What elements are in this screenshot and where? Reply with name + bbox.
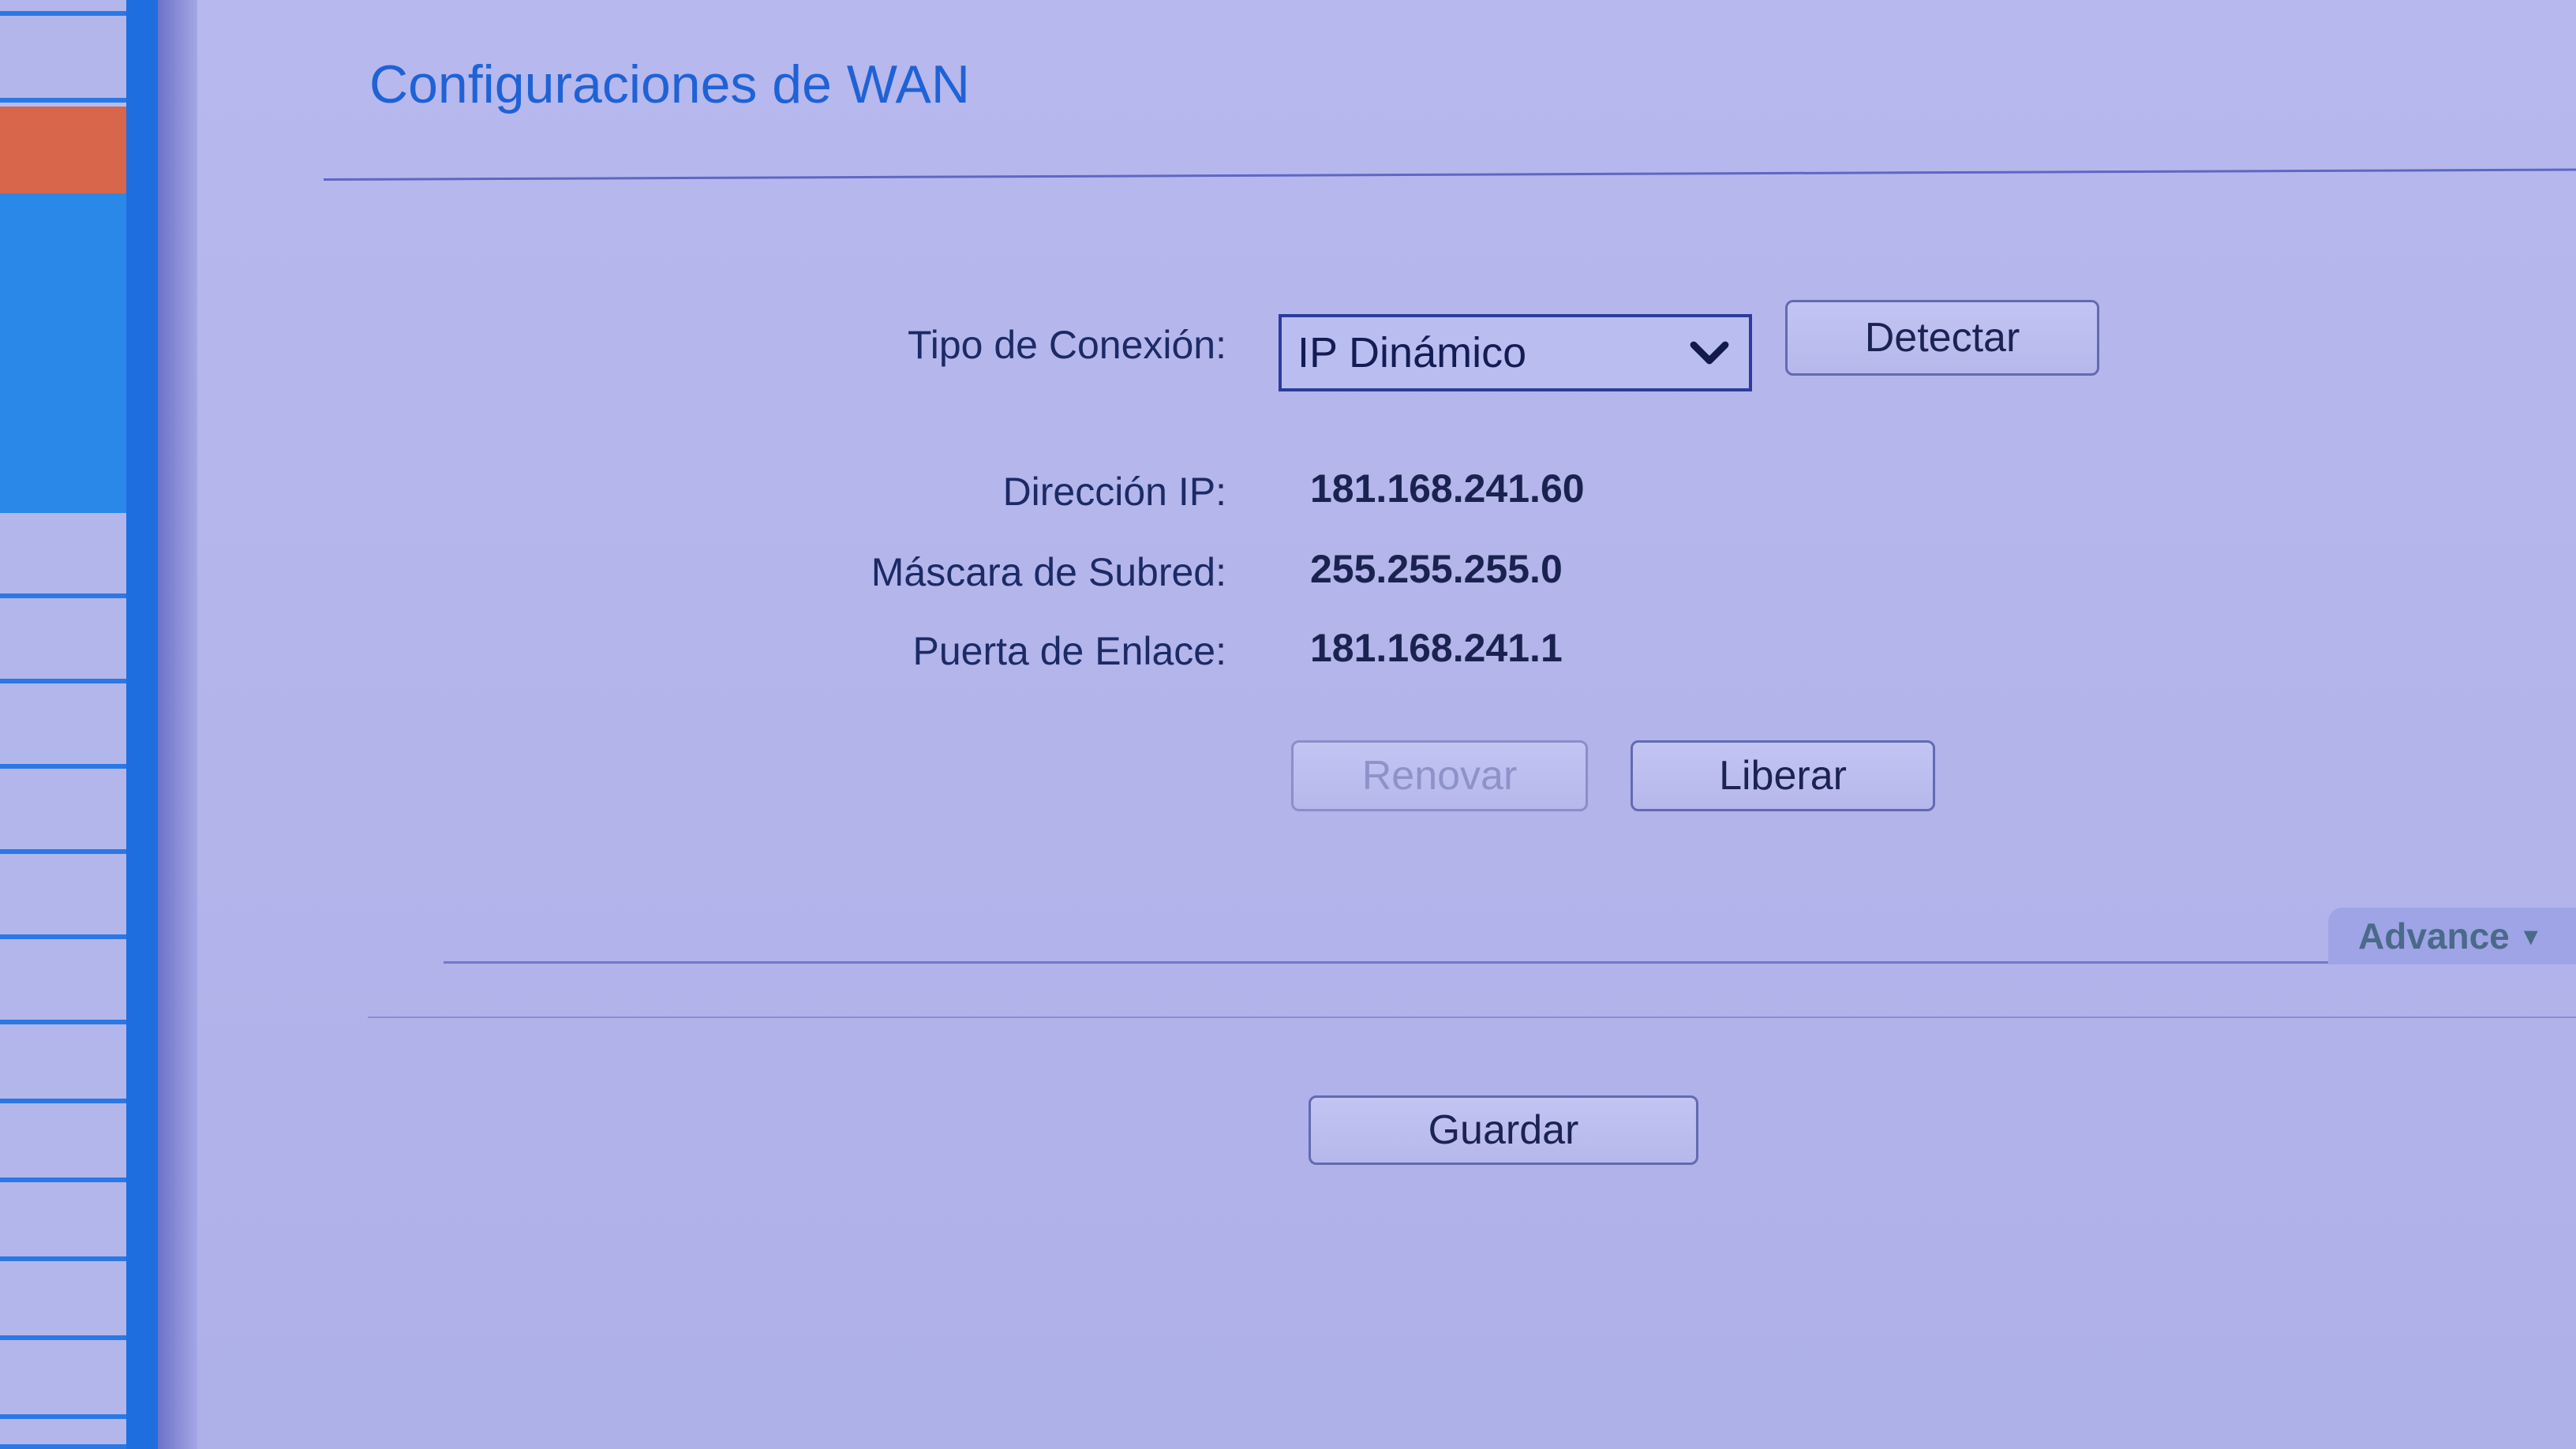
sidebar-item[interactable] bbox=[0, 1103, 126, 1182]
sidebar-nav bbox=[0, 0, 197, 1449]
sidebar-item[interactable] bbox=[0, 1024, 126, 1103]
subnet-mask-label: Máscara de Subred: bbox=[871, 550, 1226, 594]
sidebar-item-active[interactable] bbox=[0, 107, 126, 193]
release-button[interactable]: Liberar bbox=[1631, 740, 1935, 811]
sidebar-item[interactable] bbox=[0, 1261, 126, 1340]
sidebar-item[interactable] bbox=[0, 1182, 126, 1261]
sidebar-item[interactable] bbox=[0, 513, 126, 598]
connection-type-value: IP Dinámico bbox=[1297, 329, 1527, 376]
connection-type-label: Tipo de Conexión: bbox=[908, 323, 1226, 367]
ip-address-value: 181.168.241.60 bbox=[1310, 466, 1585, 511]
sidebar-border bbox=[126, 0, 158, 1449]
sidebar-item[interactable] bbox=[0, 598, 126, 683]
advanced-toggle[interactable]: Advance ▾ bbox=[2328, 908, 2576, 964]
section-divider bbox=[368, 1017, 2576, 1018]
sidebar-shadow bbox=[158, 0, 197, 1449]
chevron-down-icon bbox=[1690, 341, 1729, 365]
sidebar-item[interactable] bbox=[0, 854, 126, 939]
sidebar-item[interactable] bbox=[0, 769, 126, 854]
title-divider bbox=[323, 168, 2576, 181]
advanced-label: Advance bbox=[2358, 915, 2510, 957]
sidebar-item[interactable] bbox=[0, 683, 126, 769]
chevron-down-icon: ▾ bbox=[2523, 919, 2538, 952]
gateway-label: Puerta de Enlace: bbox=[912, 629, 1227, 673]
gateway-value: 181.168.241.1 bbox=[1310, 626, 1563, 670]
sidebar-item[interactable] bbox=[0, 0, 126, 16]
main-content: Configuraciones de WAN Tipo de Conexión:… bbox=[197, 0, 2576, 1449]
subnet-mask-value: 255.255.255.0 bbox=[1310, 547, 1563, 591]
page-title: Configuraciones de WAN bbox=[369, 54, 970, 114]
connection-type-select[interactable]: IP Dinámico bbox=[1279, 314, 1752, 391]
ip-address-label: Dirección IP: bbox=[1002, 470, 1226, 514]
sidebar-item[interactable] bbox=[0, 939, 126, 1024]
renew-button[interactable]: Renovar bbox=[1291, 740, 1588, 811]
sidebar-item[interactable] bbox=[0, 193, 126, 513]
router-admin-page: Configuraciones de WAN Tipo de Conexión:… bbox=[0, 0, 2576, 1449]
detect-button[interactable]: Detectar bbox=[1785, 300, 2099, 376]
sidebar-item[interactable] bbox=[0, 16, 126, 103]
save-button[interactable]: Guardar bbox=[1309, 1095, 1698, 1165]
sidebar-item[interactable] bbox=[0, 1340, 126, 1419]
advanced-divider bbox=[444, 961, 2574, 964]
sidebar-item[interactable] bbox=[0, 1419, 126, 1449]
